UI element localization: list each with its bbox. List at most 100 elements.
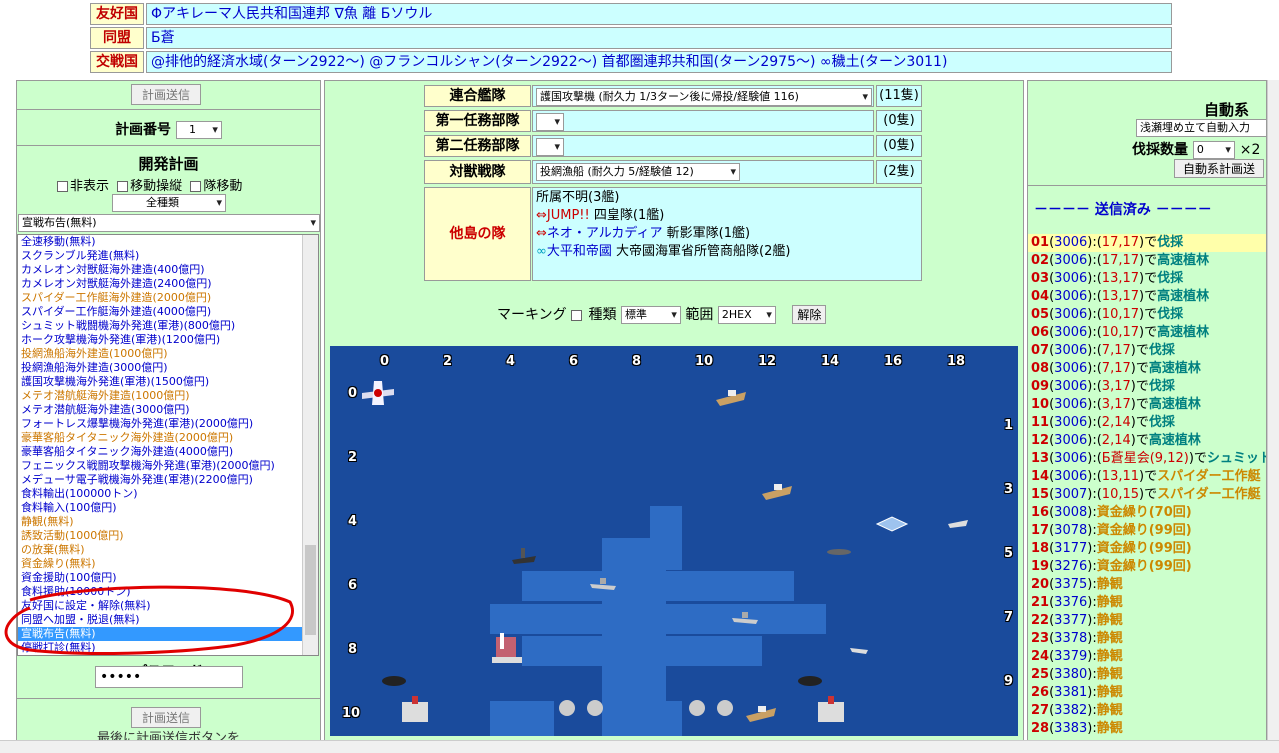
team-move-checkbox[interactable] — [190, 181, 202, 192]
command-option[interactable]: スクランブル発進(無料) — [18, 249, 318, 263]
alliance-text[interactable]: Б蒼 — [151, 30, 175, 46]
log-entry: 14(3006):(13,11)でスパイダー工作艇 — [1031, 469, 1261, 484]
infinity-icon: ∞ — [536, 244, 547, 259]
ship-icon[interactable] — [744, 702, 778, 724]
command-option[interactable]: 全速移動(無料) — [18, 235, 318, 249]
island-map[interactable]: 0 2 4 6 8 10 12 14 16 18 0 2 4 6 8 10 1 3 5 7 9 — [330, 346, 1018, 736]
naval-base-icon[interactable] — [398, 694, 432, 724]
task-force-1-select[interactable] — [536, 113, 564, 131]
command-option[interactable]: 友好国に設定・解除(無料) — [18, 599, 318, 613]
command-option[interactable]: の放棄(無料) — [18, 543, 318, 557]
log-turn: 3006 — [1054, 397, 1088, 412]
auto-select[interactable]: 浅瀬埋め立て自動入力 — [1136, 119, 1266, 137]
log-action: 静観 — [1096, 667, 1123, 682]
log-action: 伐採 — [1157, 307, 1184, 322]
unknown-fleet: 所属不明(3艦) — [536, 190, 620, 205]
tower-icon[interactable] — [490, 631, 524, 667]
type-select[interactable]: 標準 — [620, 306, 681, 324]
send-plan-button[interactable]: 計画送信 — [131, 84, 202, 105]
log-number: 09 — [1031, 379, 1050, 394]
command-option[interactable]: 誘致活動(1000億円) — [18, 529, 318, 543]
scrollbar-thumb[interactable] — [305, 545, 316, 635]
command-option[interactable]: 資金援助(100億円) — [18, 571, 318, 585]
warship-icon[interactable] — [730, 606, 760, 628]
plan-number-select[interactable]: 1 — [175, 121, 222, 139]
range-select[interactable]: 2HEX — [717, 306, 776, 324]
log-turn: 3006 — [1054, 451, 1088, 466]
island-link-jump[interactable]: JUMP!! — [547, 208, 590, 223]
mine-icons[interactable] — [685, 698, 741, 718]
command-option[interactable]: メテオ潜航艇海外建造(1000億円) — [18, 389, 318, 403]
command-option[interactable]: 食料輸出(100000トン) — [18, 487, 318, 501]
logging-select[interactable]: 0 — [1192, 141, 1235, 159]
mine-icons[interactable] — [555, 698, 611, 718]
marker-hex[interactable] — [875, 516, 909, 532]
command-select[interactable]: 宣戦布告(無料) — [18, 214, 320, 232]
command-option[interactable]: メデューサ電子戦機海外発進(軍港)(2200億円) — [18, 473, 318, 487]
boat-icon[interactable] — [848, 642, 870, 656]
command-option[interactable]: シュミット戦闘機海外発進(軍港)(800億円) — [18, 319, 318, 333]
command-option[interactable]: スパイダー工作艇海外建造(2000億円) — [18, 291, 318, 305]
move-ctrl-checkbox[interactable] — [117, 181, 129, 192]
command-option[interactable]: 停戦打診(無料) — [18, 641, 318, 655]
island-link-neo-arcadia[interactable]: ネオ・アルカディア — [547, 226, 663, 241]
command-option[interactable]: 宣戦布告(無料) — [18, 627, 318, 641]
send-plan-button-bottom[interactable]: 計画送信 — [131, 707, 202, 728]
naval-base-icon[interactable] — [814, 694, 848, 724]
command-option[interactable]: スパイダー工作艇海外建造(4000億円) — [18, 305, 318, 319]
command-option[interactable]: ホーク攻撃機海外発進(軍港)(1200億円) — [18, 333, 318, 347]
command-option[interactable]: 豪華客船タイタニック海外建造(2000億円) — [18, 431, 318, 445]
log-number: 20 — [1031, 577, 1050, 592]
command-option[interactable]: カメレオン対獣艇海外建造(2400億円) — [18, 277, 318, 291]
logging-mult: ×2 — [1239, 142, 1261, 158]
command-option[interactable]: メテオ潜航艇海外建造(3000億円) — [18, 403, 318, 417]
friendly-text[interactable]: Φアキレーマ人民共和国連邦 ∇魚 離 Бソウル — [151, 6, 432, 22]
aircraft-icon[interactable] — [360, 379, 396, 407]
sea-monster-icon[interactable] — [380, 674, 408, 688]
log-entry: 15(3007):(10,15)でスパイダー工作艇 — [1031, 487, 1261, 502]
command-option[interactable]: 静観(無料) — [18, 515, 318, 529]
log-action: 高速植林 — [1157, 325, 1210, 340]
command-option[interactable]: フォートレス爆撃機海外発進(軍港)(2000億円) — [18, 417, 318, 431]
warship-icon[interactable] — [588, 572, 618, 594]
command-option[interactable]: 豪華客船タイタニック海外建造(4000億円) — [18, 445, 318, 459]
command-option[interactable]: 資金繰り(無料) — [18, 557, 318, 571]
log-turn: 3006 — [1054, 343, 1088, 358]
auto-send-button[interactable]: 自動系計画送 — [1174, 159, 1265, 178]
anti-beast-select[interactable]: 投網漁船 (耐久力 5/経験値 12) — [536, 163, 740, 181]
page-scrollbar[interactable] — [1267, 80, 1279, 753]
command-option[interactable]: フェニックス戦闘攻撃機海外発進(軍港)(2000億円) — [18, 459, 318, 473]
marking-checkbox[interactable] — [571, 309, 583, 321]
submarine-icon[interactable] — [826, 544, 852, 558]
command-option[interactable]: 護国攻撃機海外発進(軍港)(1500億円) — [18, 375, 318, 389]
log-number: 24 — [1031, 649, 1050, 664]
boat-icon[interactable] — [946, 514, 970, 530]
command-option[interactable]: 投網漁船海外建造(3000億円) — [18, 361, 318, 375]
war-text[interactable]: @排他的経済水域(ターン2922～) @フランコルシャン(ターン2922～) 首… — [151, 54, 947, 70]
listbox-scrollbar[interactable] — [302, 235, 318, 655]
island-link-empire[interactable]: 大平和帝國 — [547, 244, 612, 259]
page-hscrollbar[interactable] — [0, 740, 1279, 753]
sent-header: －－－－ 送信済み －－－－ — [1034, 202, 1212, 218]
map-y-label: 10 — [342, 706, 361, 721]
command-option[interactable]: 食料援助(10000トン) — [18, 585, 318, 599]
password-input[interactable]: ••••• — [95, 666, 243, 688]
command-option[interactable]: カメレオン対獣艇海外建造(400億円) — [18, 263, 318, 277]
hide-checkbox[interactable] — [57, 181, 68, 192]
log-number: 25 — [1031, 667, 1050, 682]
category-select[interactable]: 全種類 — [112, 194, 226, 212]
task-force-2-select[interactable] — [536, 138, 564, 156]
log-number: 13 — [1031, 451, 1050, 466]
ship-icon[interactable] — [760, 480, 794, 502]
command-option[interactable]: 同盟へ加盟・脱退(無料) — [18, 613, 318, 627]
ship-icon[interactable] — [714, 386, 748, 408]
log-coord: 2,14 — [1101, 415, 1131, 430]
fleet-select[interactable]: 護国攻撃機 (耐久力 1/3ターン後に帰投/経験値 116) — [536, 88, 872, 106]
auto-title: 自動系 — [1204, 101, 1250, 119]
warship-icon[interactable] — [510, 544, 538, 568]
command-option[interactable]: 投網漁船海外建造(1000億円) — [18, 347, 318, 361]
command-option[interactable]: 食料輸入(100億円) — [18, 501, 318, 515]
clear-button[interactable]: 解除 — [792, 305, 827, 324]
sea-monster-icon[interactable] — [796, 674, 824, 688]
command-listbox[interactable]: 全速移動(無料) スクランブル発進(無料) カメレオン対獣艇海外建造(400億円) カ… — [17, 234, 319, 656]
